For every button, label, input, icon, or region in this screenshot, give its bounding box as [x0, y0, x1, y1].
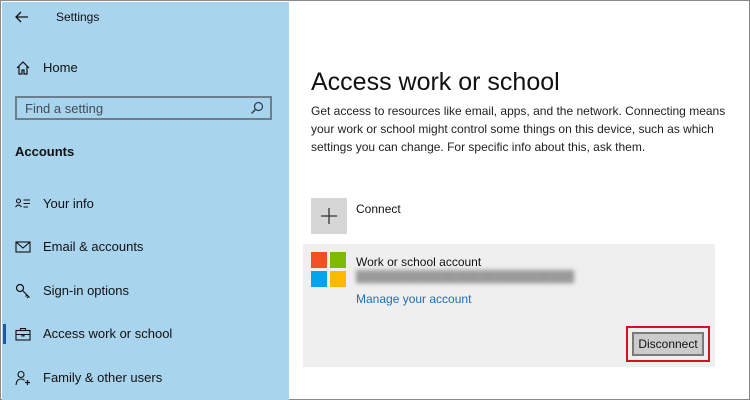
window-frame: Settings Home Accounts Your info: [0, 0, 750, 400]
sidebar-item-email-accounts[interactable]: Email & accounts: [2, 234, 289, 260]
sidebar-item-label: Sign-in options: [43, 283, 129, 298]
plus-icon: [321, 208, 337, 224]
sidebar-item-label: Family & other users: [43, 370, 163, 385]
sidebar-item-label: Your info: [43, 196, 94, 211]
logo-red-square: [311, 252, 327, 268]
connect-button[interactable]: Connect: [311, 198, 511, 236]
disconnect-button[interactable]: Disconnect: [632, 332, 704, 356]
person-add-icon: [15, 370, 30, 386]
search-icon[interactable]: [250, 101, 264, 115]
sidebar: Settings Home Accounts Your info: [2, 2, 289, 400]
back-arrow-icon[interactable]: [14, 9, 30, 25]
person-card-icon: [15, 198, 30, 208]
sidebar-item-access-work-school[interactable]: Access work or school: [2, 321, 289, 347]
sidebar-item-sign-in-options[interactable]: Sign-in options: [2, 278, 289, 304]
logo-yellow-square: [330, 271, 346, 287]
home-nav[interactable]: Home: [2, 56, 289, 80]
page-title: Access work or school: [311, 67, 560, 96]
sidebar-item-family-other-users[interactable]: Family & other users: [2, 365, 289, 391]
microsoft-logo-icon: [311, 252, 347, 288]
section-title: Accounts: [15, 144, 75, 159]
work-account-card[interactable]: Work or school account █████████████████…: [303, 244, 715, 367]
account-title: Work or school account: [356, 255, 482, 269]
main-content: Access work or school Get access to reso…: [290, 2, 749, 399]
logo-green-square: [330, 252, 346, 268]
sidebar-item-label: Email & accounts: [43, 239, 144, 254]
search-input[interactable]: [25, 100, 235, 116]
account-email-redacted: ████████████████████████████: [356, 271, 575, 283]
manage-account-link[interactable]: Manage your account: [356, 292, 471, 306]
search-box[interactable]: [15, 96, 272, 120]
mail-icon: [15, 241, 31, 253]
key-icon: [15, 283, 30, 299]
connect-label: Connect: [356, 202, 401, 216]
briefcase-icon: [15, 327, 31, 341]
logo-blue-square: [311, 271, 327, 287]
title-bar: Settings: [2, 2, 289, 32]
home-label: Home: [43, 60, 78, 75]
connect-tile: [311, 198, 347, 234]
app-title: Settings: [56, 10, 100, 24]
home-icon: [16, 61, 30, 75]
sidebar-item-your-info[interactable]: Your info: [2, 191, 289, 217]
page-description: Get access to resources like email, apps…: [311, 104, 726, 154]
sidebar-item-label: Access work or school: [43, 326, 173, 341]
selection-indicator: [3, 324, 6, 344]
